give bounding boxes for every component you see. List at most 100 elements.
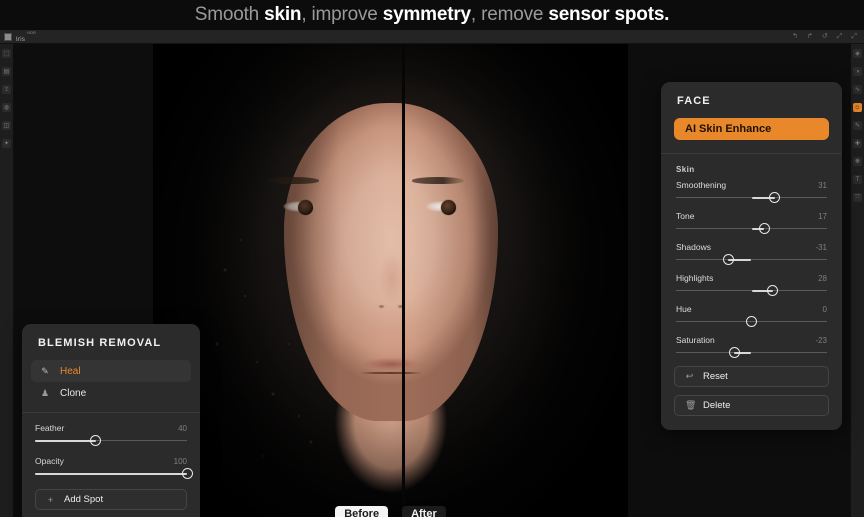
- before-after-labels: Before After: [153, 499, 628, 517]
- skin-section-label: Skin: [676, 165, 695, 174]
- slider-label: Saturation: [676, 335, 715, 345]
- slider-knob[interactable]: [746, 316, 757, 327]
- caption-text: Smooth skin, improve symmetry, remove se…: [195, 4, 670, 26]
- button-label: Add Spot: [64, 494, 104, 505]
- slider-opacity[interactable]: Opacity 100: [22, 456, 200, 481]
- blemish-panel-title: BLEMISH REMOVAL: [38, 337, 162, 349]
- slider-label: Tone: [676, 211, 695, 221]
- ai-skin-enhance-button[interactable]: AI Skin Enhance: [674, 118, 829, 140]
- before-after-split-handle[interactable]: [402, 44, 405, 517]
- slider-feather[interactable]: Feather 40: [22, 423, 200, 448]
- tool-adjust-icon[interactable]: ◍: [2, 103, 11, 112]
- slider-highlights[interactable]: Highlights 28: [661, 273, 842, 298]
- stamp-icon: ♟: [40, 387, 50, 398]
- trash-icon: 🗑: [685, 400, 697, 410]
- tool-label: Clone: [60, 387, 87, 399]
- slider-label: Shadows: [676, 242, 711, 252]
- slider-label: Feather: [35, 423, 65, 433]
- app-root: Smooth skin, improve symmetry, remove se…: [0, 0, 864, 517]
- reset-button[interactable]: ↩ Reset: [674, 366, 829, 387]
- app-logo-icon: [4, 32, 12, 41]
- slider-knob[interactable]: [722, 254, 734, 265]
- redo-icon[interactable]: ↱: [807, 33, 813, 40]
- tool-label: Heal: [60, 365, 81, 377]
- slider-hue[interactable]: Hue 0: [661, 304, 842, 329]
- tool-heal-icon[interactable]: ✚: [853, 139, 862, 148]
- face-button-group: ↩ Reset 🗑 Delete: [661, 366, 842, 416]
- tool-text-icon[interactable]: T: [853, 175, 862, 184]
- caption-segment: , remove: [470, 4, 549, 25]
- tool-clone-icon[interactable]: ❋: [853, 157, 862, 166]
- tool-layers-icon[interactable]: ▤: [2, 67, 11, 76]
- slider-saturation[interactable]: Saturation -23: [661, 335, 842, 360]
- portrait-photo[interactable]: [153, 44, 628, 517]
- slider-tone[interactable]: Tone 17: [661, 211, 842, 236]
- slider-track-wrap[interactable]: [676, 191, 827, 205]
- after-label: After: [402, 505, 446, 517]
- slider-track-wrap[interactable]: [676, 346, 827, 360]
- slider-knob[interactable]: [769, 192, 781, 203]
- toolbar-icon-group: ↰ ↱ ↺ ⤢ ⤢: [792, 33, 860, 40]
- slider-track-wrap[interactable]: [35, 467, 193, 481]
- slider-value: -31: [815, 243, 827, 252]
- tool-crop-icon[interactable]: ⬚: [2, 49, 11, 58]
- slider-track-wrap[interactable]: [676, 253, 827, 267]
- slider-track-wrap[interactable]: [676, 315, 827, 329]
- slider-fill: [35, 440, 96, 442]
- slider-label: Opacity: [35, 456, 64, 466]
- face-panel: FACE AI Skin Enhance Skin Smoothening 31 T…: [661, 82, 842, 430]
- caption-segment: symmetry: [382, 4, 471, 25]
- slider-label: Smoothening: [676, 180, 727, 190]
- reset-icon[interactable]: ↺: [822, 33, 828, 40]
- tool-mask-icon[interactable]: ◫: [2, 121, 11, 130]
- slider-track: [676, 352, 827, 353]
- tool-export-icon[interactable]: ⇪: [2, 85, 11, 94]
- app-name-label: Iris: [16, 36, 26, 43]
- slider-knob[interactable]: [758, 223, 770, 234]
- button-label: Delete: [703, 400, 731, 411]
- face-panel-title: FACE: [677, 95, 711, 107]
- share-icon[interactable]: ⤢: [837, 33, 843, 40]
- slider-knob[interactable]: [181, 468, 193, 479]
- top-toolbar: IrisHDR ↰ ↱ ↺ ⤢ ⤢: [0, 30, 864, 44]
- caption-segment: sensor spots.: [548, 4, 670, 25]
- slider-knob[interactable]: [767, 285, 779, 296]
- slider-track-wrap[interactable]: [35, 434, 187, 448]
- slider-label: Highlights: [676, 273, 714, 283]
- slider-track-wrap[interactable]: [676, 284, 827, 298]
- photo-vignette: [153, 44, 628, 517]
- right-tool-rail: ◈ ◑ ∿ ☺ ✎ ✚ ❋ T ⤧: [850, 44, 864, 517]
- undo-arrow-icon: ↩: [685, 371, 694, 381]
- tool-effects-icon[interactable]: ✦: [2, 139, 11, 148]
- undo-icon[interactable]: ↰: [792, 33, 798, 40]
- tool-color-icon[interactable]: ◑: [853, 67, 862, 76]
- caption-segment: Smooth: [194, 4, 265, 25]
- slider-knob[interactable]: [90, 435, 102, 446]
- add-spot-button[interactable]: + Add Spot: [35, 489, 187, 510]
- app-superscript-label: HDR: [27, 30, 36, 36]
- slider-knob[interactable]: [728, 347, 740, 358]
- caption-segment: , improve: [301, 4, 383, 25]
- face-slider-group: Smoothening 31 Tone 17 Shadows -31 Highlights 2…: [661, 180, 842, 360]
- slider-value: 0: [822, 305, 827, 314]
- slider-track-wrap[interactable]: [676, 222, 827, 236]
- slider-smoothening[interactable]: Smoothening 31: [661, 180, 842, 205]
- slider-label: Hue: [676, 304, 692, 314]
- slider-value: 28: [818, 274, 827, 283]
- tool-presets-icon[interactable]: ◈: [853, 49, 862, 58]
- tool-clone[interactable]: ♟ Clone: [31, 382, 191, 404]
- tool-face-icon[interactable]: ☺: [853, 103, 862, 112]
- left-tool-rail: ⬚ ▤ ⇪ ◍ ◫ ✦: [0, 44, 14, 517]
- expand-icon[interactable]: ⤢: [851, 33, 857, 40]
- tool-curve-icon[interactable]: ∿: [853, 85, 862, 94]
- slider-shadows[interactable]: Shadows -31: [661, 242, 842, 267]
- slider-value: -23: [815, 336, 827, 345]
- before-label: Before: [335, 505, 389, 517]
- tool-heal[interactable]: ✎ Heal: [31, 360, 191, 382]
- slider-value: 17: [818, 212, 827, 221]
- app-title: IrisHDR: [16, 28, 36, 46]
- blemish-panel-divider: [22, 412, 200, 413]
- tool-brush-icon[interactable]: ✎: [853, 121, 862, 130]
- delete-button[interactable]: 🗑 Delete: [674, 395, 829, 416]
- tool-transform-icon[interactable]: ⤧: [853, 193, 862, 202]
